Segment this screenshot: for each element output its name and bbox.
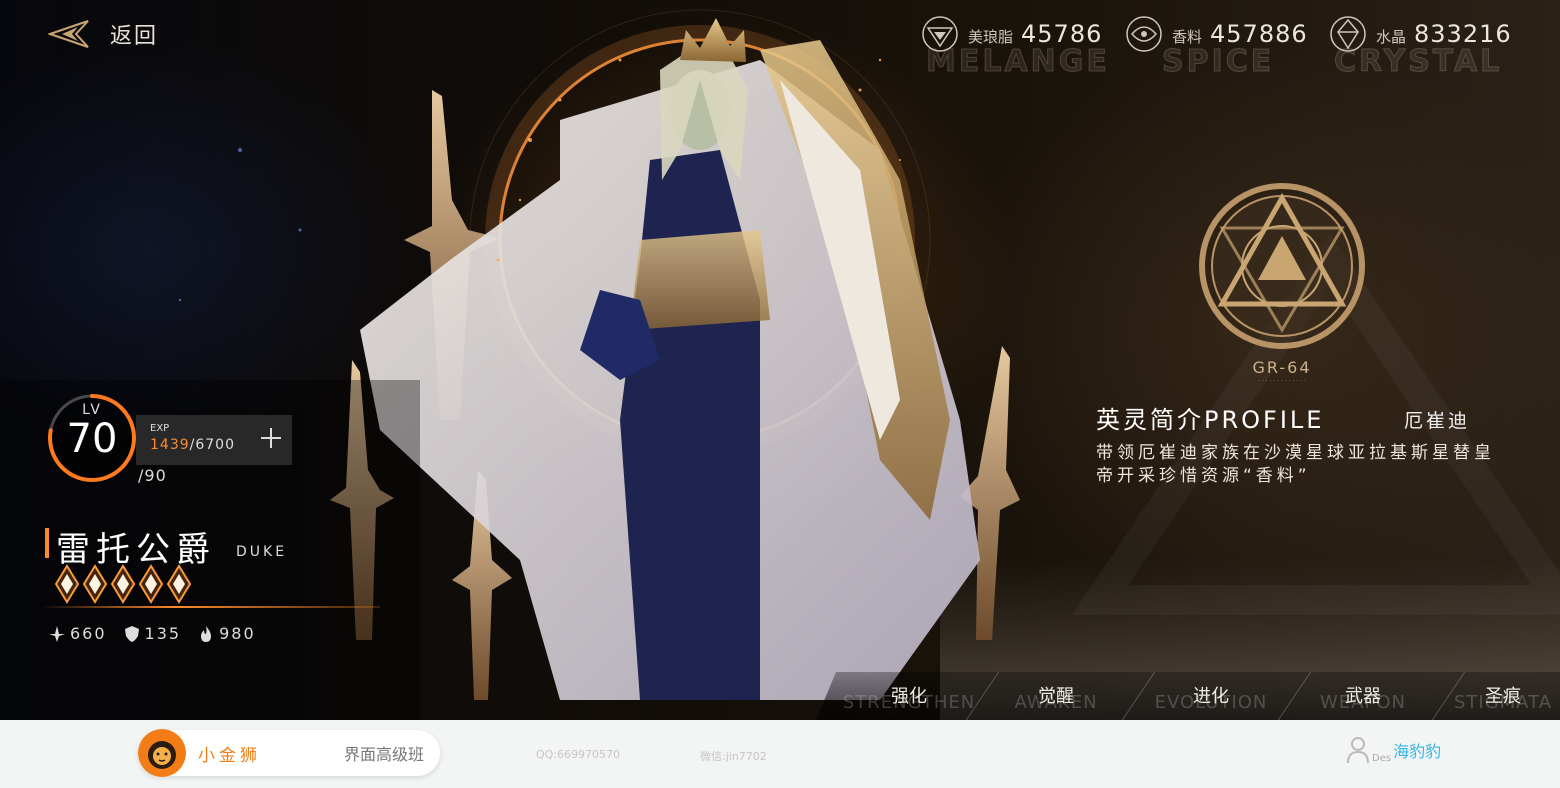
- stat-defense: 135: [123, 624, 182, 643]
- user-des: Des: [1372, 753, 1392, 764]
- resource-ghost-label: SPICE: [1161, 44, 1275, 80]
- stat-power: 980: [197, 624, 256, 643]
- attack-icon: [49, 625, 65, 642]
- name-accent-bar: [45, 528, 49, 558]
- hero-title: DUKE: [236, 544, 288, 560]
- resource-spice: SPICE 香料 457886: [1124, 14, 1308, 80]
- tab-awaken[interactable]: AWAKEN 觉醒: [981, 672, 1131, 720]
- star-icon: [166, 564, 192, 604]
- action-tabs: STRENGTHEN 强化 AWAKEN 觉醒 EVOLUTION 进化 WEA…: [816, 672, 1560, 720]
- exp-max: /6700: [189, 437, 235, 453]
- back-button[interactable]: 返回: [48, 18, 158, 50]
- hero-stats: 660 135 980: [48, 624, 256, 643]
- resource-ghost-label: CRYSTAL: [1333, 44, 1503, 80]
- faction-code-deco: · · · · · · · · · · · · ·: [1258, 378, 1306, 385]
- resource-crystal: CRYSTAL 水晶 833216: [1328, 14, 1512, 80]
- tab-strengthen[interactable]: STRENGTHEN 强化: [834, 672, 984, 720]
- star-icon: [82, 564, 108, 604]
- tab-stigmata[interactable]: STIGMATA 圣痕: [1428, 672, 1560, 720]
- exp-values: 1439/6700: [150, 437, 235, 453]
- resource-melange: MELANGE 美琅脂 45786: [920, 14, 1107, 80]
- faction-emblem: [1199, 183, 1365, 349]
- back-arrow-icon: [48, 20, 89, 48]
- profile-description: 带领厄崔迪家族在沙漠星球亚拉基斯星替皇帝开采珍惜资源“香料”: [1096, 443, 1495, 486]
- tab-evolution[interactable]: EVOLUTION 进化: [1136, 672, 1286, 720]
- stat-value: 135: [144, 624, 182, 643]
- tab-label: 进化: [1193, 686, 1229, 707]
- lion-logo-icon: [138, 729, 186, 777]
- stat-attack: 660: [48, 624, 107, 643]
- user-icon: [1347, 737, 1369, 764]
- name-underline: [40, 606, 380, 608]
- shield-icon: [124, 625, 139, 642]
- user-profile[interactable]: Des 海豹豹: [1346, 736, 1441, 764]
- tab-label: 武器: [1345, 686, 1381, 707]
- level-value: 70: [66, 416, 118, 462]
- back-label: 返回: [110, 24, 159, 49]
- spice-icon: [1126, 16, 1162, 52]
- qq-contact: QQ:669970570: [536, 748, 621, 761]
- tab-label: 圣痕: [1485, 686, 1521, 707]
- flame-icon: [201, 625, 212, 642]
- brand-pill[interactable]: 小金狮 界面高级班: [138, 729, 440, 777]
- level-badge: LV 70: [44, 390, 140, 486]
- exp-label: EXP: [150, 423, 170, 434]
- stat-value: 660: [70, 624, 107, 643]
- star-icon: [54, 564, 80, 604]
- profile-title: 英灵简介PROFILE: [1096, 406, 1325, 434]
- star-rating: [54, 564, 192, 604]
- tab-weapon[interactable]: WEAPON 武器: [1288, 672, 1438, 720]
- star-icon: [110, 564, 136, 604]
- brand-name: 小金狮: [198, 745, 261, 766]
- star-icon: [138, 564, 164, 604]
- max-level: /90: [138, 466, 167, 485]
- stat-value: 980: [219, 624, 256, 643]
- tab-label: 觉醒: [1038, 686, 1074, 707]
- brand-course: 界面高级班: [343, 745, 424, 764]
- exp-current: 1439: [150, 437, 190, 453]
- resource-ghost-label: MELANGE: [926, 44, 1110, 80]
- wechat-contact: 微信:jin7702: [700, 750, 767, 763]
- add-exp-button[interactable]: [256, 422, 286, 454]
- game-scene: 返回 MELANGE 美琅脂 45786 SPICE 香料 457886 CRY: [0, 0, 1560, 720]
- tab-label: 强化: [891, 686, 927, 707]
- faction-code: GR-64: [1252, 358, 1312, 377]
- profile-faction-name: 厄崔迪: [1404, 410, 1471, 432]
- footer-bar: 小金狮 界面高级班 QQ:669970570 微信:jin7702 Des 海豹…: [0, 720, 1560, 788]
- user-name: 海豹豹: [1393, 742, 1442, 761]
